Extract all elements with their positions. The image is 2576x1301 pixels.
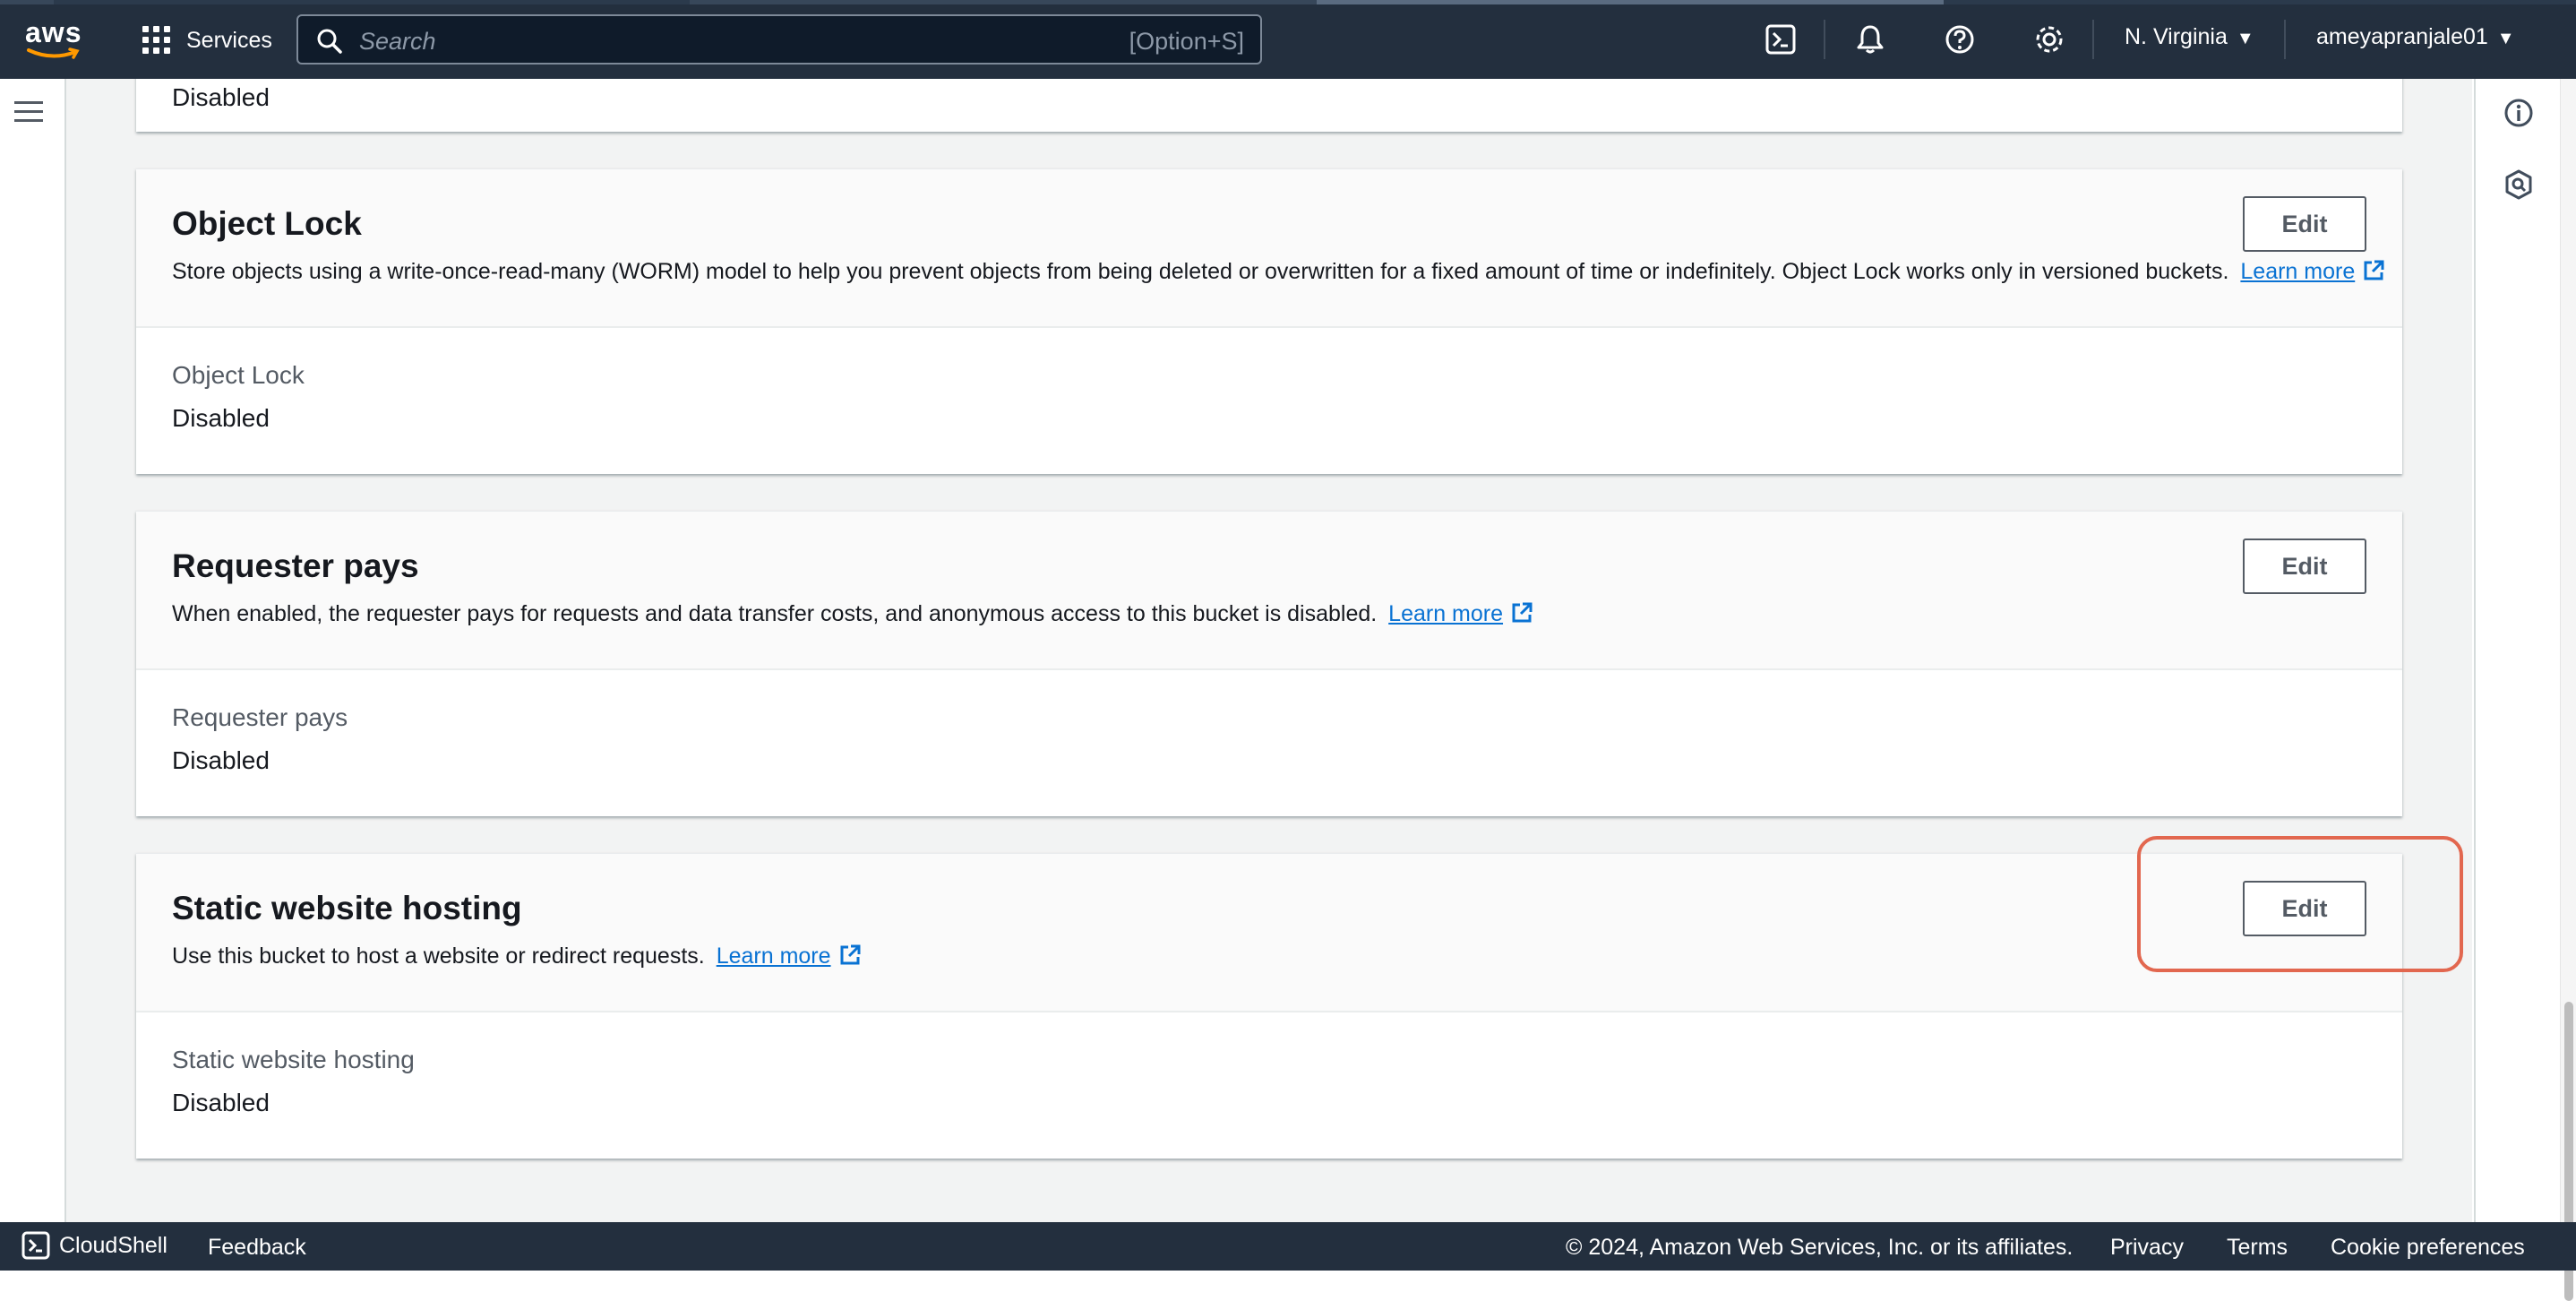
help-icon[interactable]	[1944, 23, 1976, 56]
requester-pays-edit-button[interactable]: Edit	[2243, 538, 2366, 594]
vertical-scrollbar[interactable]	[2560, 79, 2576, 1301]
previous-panel-value: Disabled	[172, 83, 270, 111]
aws-smile-icon	[27, 47, 80, 59]
search-input[interactable]: Search [Option+S]	[296, 14, 1262, 65]
account-menu[interactable]: ameyapranjale01 ▼	[2316, 24, 2515, 50]
aws-logo[interactable]: aws	[25, 18, 82, 63]
nav-divider	[2092, 20, 2094, 59]
menu-icon[interactable]	[13, 99, 45, 125]
privacy-link[interactable]: Privacy	[2110, 1235, 2184, 1261]
learn-more-link[interactable]: Learn more	[717, 943, 862, 969]
cloudshell-label: CloudShell	[59, 1232, 167, 1258]
panel-header: Static website hosting Use this bucket t…	[136, 854, 2402, 1012]
region-selector[interactable]: N. Virginia ▼	[2125, 24, 2254, 50]
learn-more-label: Learn more	[2240, 259, 2356, 284]
cloudshell-button[interactable]: CloudShell	[21, 1231, 167, 1260]
panel-title: Static website hosting	[172, 890, 522, 926]
external-link-icon	[2364, 260, 2384, 280]
property-label: Static website hosting	[172, 1046, 415, 1073]
bell-icon[interactable]	[1854, 23, 1886, 56]
apps-grid-icon	[142, 26, 170, 54]
main-content: Disabled Object Lock Store objects using…	[66, 79, 2472, 1222]
browser-tab-strip	[0, 0, 2576, 4]
learn-more-label: Learn more	[1388, 601, 1504, 626]
aws-logo-text: aws	[25, 16, 82, 48]
cloudshell-icon	[21, 1231, 50, 1260]
info-icon[interactable]	[2503, 97, 2535, 129]
services-label: Services	[186, 27, 272, 53]
learn-more-label: Learn more	[716, 943, 831, 969]
property-value: Disabled	[172, 404, 270, 432]
panel-description: Use this bucket to host a website or red…	[172, 943, 862, 969]
left-navigation-rail	[0, 79, 66, 1222]
panel-header: Requester pays When enabled, the request…	[136, 512, 2402, 670]
nav-divider	[2284, 20, 2286, 59]
object-lock-panel: Object Lock Store objects using a write-…	[136, 168, 2402, 474]
terms-link[interactable]: Terms	[2227, 1235, 2288, 1261]
services-menu-button[interactable]: Services	[142, 23, 272, 57]
requester-pays-panel: Requester pays When enabled, the request…	[136, 511, 2402, 816]
external-link-icon	[1512, 602, 1533, 623]
footer: CloudShell Feedback © 2024, Amazon Web S…	[0, 1222, 2576, 1271]
property-value: Disabled	[172, 746, 270, 774]
property-label: Requester pays	[172, 703, 348, 731]
cloudshell-icon[interactable]	[1765, 23, 1797, 56]
panel-header: Object Lock Store objects using a write-…	[136, 169, 2402, 328]
description-text: When enabled, the requester pays for req…	[172, 601, 1378, 626]
static-website-hosting-panel: Static website hosting Use this bucket t…	[136, 853, 2402, 1159]
caret-down-icon: ▼	[2236, 29, 2254, 48]
learn-more-link[interactable]: Learn more	[1388, 601, 1533, 626]
top-navigation: aws Services Search [Option+S] N. Virgin…	[0, 0, 2576, 79]
search-icon	[317, 29, 342, 54]
description-text: Store objects using a write-once-read-ma…	[172, 259, 2229, 284]
caret-down-icon: ▼	[2496, 29, 2515, 48]
feedback-link[interactable]: Feedback	[208, 1235, 306, 1261]
external-link-icon	[840, 944, 861, 965]
description-text: Use this bucket to host a website or red…	[172, 943, 705, 969]
region-label: N. Virginia	[2125, 24, 2228, 49]
account-name: ameyapranjale01	[2316, 24, 2488, 49]
previous-panel: Disabled	[136, 79, 2402, 132]
panel-title: Object Lock	[172, 205, 362, 242]
object-lock-edit-button[interactable]: Edit	[2243, 196, 2366, 252]
copyright-text: © 2024, Amazon Web Services, Inc. or its…	[1566, 1235, 2074, 1260]
search-placeholder: Search	[359, 28, 436, 55]
right-utility-rail	[2474, 79, 2562, 1222]
search-shortcut: [Option+S]	[1129, 28, 1244, 55]
learn-more-link[interactable]: Learn more	[2240, 259, 2385, 284]
panel-description: Store objects using a write-once-read-ma…	[172, 259, 2385, 285]
panel-title: Requester pays	[172, 547, 419, 584]
property-label: Object Lock	[172, 361, 305, 389]
property-value: Disabled	[172, 1089, 270, 1116]
edit-button-highlight	[2137, 836, 2463, 972]
panel-description: When enabled, the requester pays for req…	[172, 601, 1533, 627]
cookie-preferences-link[interactable]: Cookie preferences	[2331, 1235, 2525, 1261]
nav-divider	[1824, 20, 1825, 59]
insights-icon[interactable]	[2503, 168, 2535, 201]
gear-icon[interactable]	[2033, 23, 2065, 56]
